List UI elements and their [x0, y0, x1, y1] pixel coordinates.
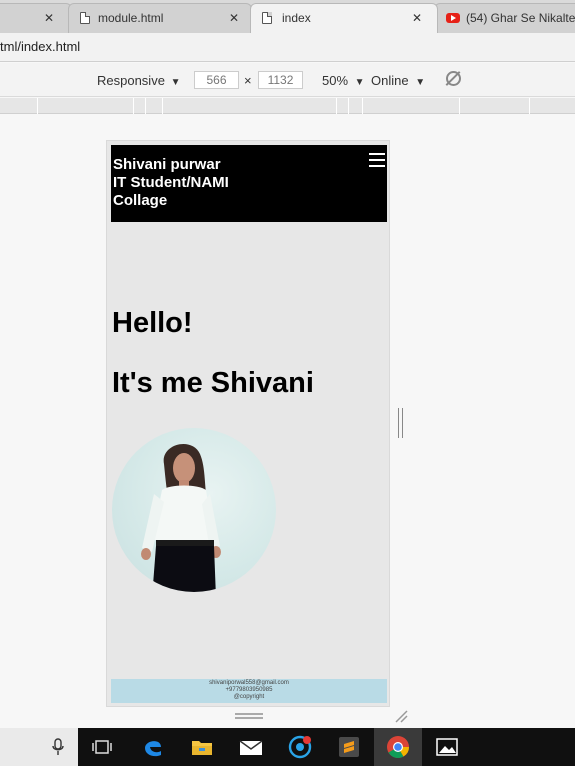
url-text[interactable]: tml/index.html — [0, 39, 80, 54]
file-explorer-icon[interactable] — [178, 728, 226, 766]
right-resize-handle[interactable] — [398, 408, 403, 438]
close-icon[interactable]: ✕ — [412, 11, 422, 25]
zoom-label: 50% — [322, 73, 349, 88]
chrome-icon[interactable] — [374, 728, 422, 766]
edge-icon[interactable] — [129, 728, 177, 766]
tab-module-content[interactable]: module.html — [80, 3, 163, 32]
header-line: Shivani purwar — [113, 156, 221, 173]
tab-1-close[interactable]: ✕ — [44, 3, 54, 32]
ruler-tick — [348, 98, 349, 114]
times-sign: × — [244, 73, 252, 88]
tab-1[interactable] — [0, 3, 72, 33]
photos-icon[interactable] — [423, 728, 471, 766]
media-query-ruler[interactable] — [0, 98, 575, 114]
site-header: Shivani purwar IT Student/NAMI Collage — [111, 145, 387, 222]
close-icon[interactable]: ✕ — [229, 11, 239, 25]
tab-label: module.html — [98, 10, 164, 25]
header-line: IT Student/NAMI — [113, 174, 229, 191]
close-icon[interactable]: ✕ — [44, 11, 54, 25]
tab-index-close[interactable]: ✕ — [412, 3, 422, 32]
chevron-down-icon: ▼ — [170, 77, 181, 88]
tab-youtube-content[interactable]: (54) Ghar Se Nikalte — [446, 3, 575, 32]
throttle-label: Online — [371, 73, 409, 88]
emulated-viewport: Shivani purwar IT Student/NAMI Collage H… — [0, 115, 575, 728]
ruler-tick — [529, 98, 530, 114]
ruler-tick — [336, 98, 337, 114]
header-line: Collage — [113, 192, 168, 209]
ruler-tick — [459, 98, 460, 114]
youtube-icon — [446, 12, 460, 23]
width-input[interactable]: 566 — [194, 71, 239, 89]
site-title: Shivani purwar IT Student/NAMI Collage — [113, 156, 313, 210]
device-frame: Shivani purwar IT Student/NAMI Collage H… — [106, 140, 390, 707]
ruler-tick — [37, 98, 38, 114]
ruler-tick — [362, 98, 363, 114]
device-mode-label: Responsive — [97, 73, 165, 88]
hello-heading: Hello! — [112, 307, 193, 339]
person-illustration — [141, 443, 221, 592]
footer-email[interactable]: shivaniporwal558@gmail.com — [111, 680, 387, 687]
sublime-icon[interactable] — [325, 728, 373, 766]
mail-icon[interactable] — [227, 728, 275, 766]
tab-index-content[interactable]: index — [262, 3, 311, 32]
hamburger-menu-icon[interactable] — [369, 153, 385, 168]
ruler-tick — [133, 98, 134, 114]
tab-label: (54) Ghar Se Nikalte — [466, 10, 575, 25]
ruler-tick — [145, 98, 146, 114]
tab-label: index — [282, 10, 311, 25]
rotate-icon[interactable] — [446, 71, 461, 86]
profile-photo — [112, 428, 276, 592]
device-mode-select[interactable]: Responsive ▼ — [97, 73, 180, 88]
chevron-down-icon: ▼ — [415, 77, 426, 88]
height-input[interactable]: 1132 — [258, 71, 303, 89]
file-icon — [262, 11, 272, 24]
microphone-icon[interactable] — [34, 728, 82, 766]
throttle-select[interactable]: Online ▼ — [371, 73, 425, 88]
taskbar — [0, 728, 575, 766]
file-icon — [80, 11, 90, 24]
footer-phone: +9779803950985 — [225, 687, 273, 693]
zoom-select[interactable]: 50% ▼ — [322, 73, 365, 88]
intro-heading: It's me Shivani — [112, 367, 314, 399]
tab-strip: ✕ module.html ✕ index ✕ (54) Ghar Se Nik… — [0, 0, 575, 33]
task-view-icon[interactable] — [78, 728, 126, 766]
address-bar[interactable]: tml/index.html — [0, 33, 575, 62]
bottom-resize-handle[interactable] — [235, 713, 263, 719]
corner-resize-icon[interactable] — [394, 709, 408, 723]
app-icon[interactable] — [276, 728, 324, 766]
site-footer: shivaniporwal558@gmail.com +977980395098… — [111, 679, 387, 703]
chevron-down-icon: ▼ — [354, 77, 365, 88]
tab-module-close[interactable]: ✕ — [229, 3, 239, 32]
ruler-tick — [162, 98, 163, 114]
device-toolbar: Responsive ▼ 566 × 1132 50% ▼ Online ▼ — [0, 63, 575, 97]
footer-copyright: @copyright — [233, 694, 265, 700]
